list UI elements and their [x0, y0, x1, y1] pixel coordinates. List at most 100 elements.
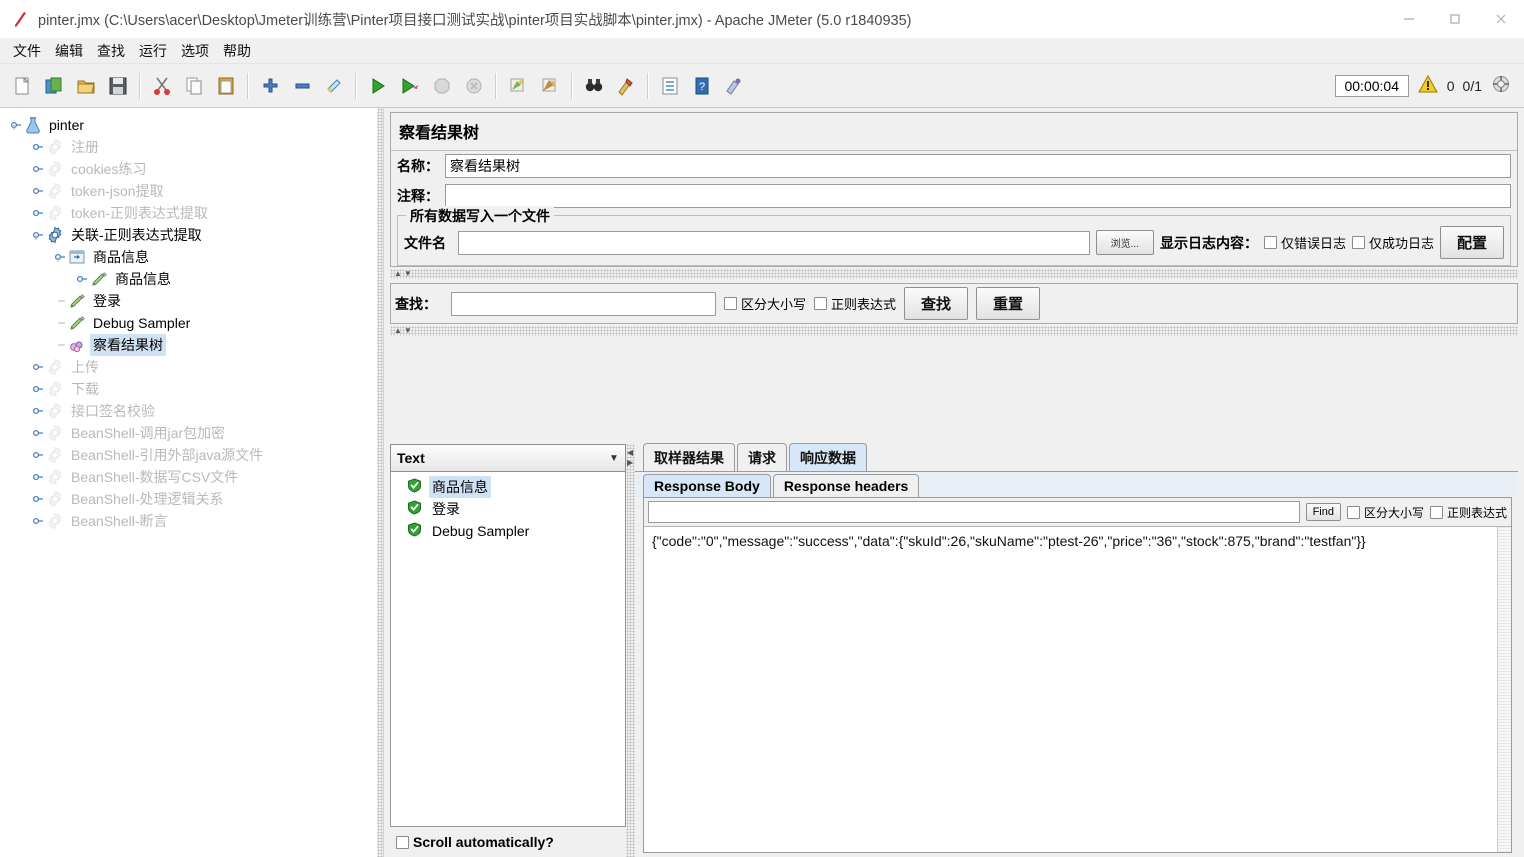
errors-only-box[interactable]: [1263, 236, 1277, 249]
save-button[interactable]: [103, 71, 133, 101]
tree-item-12[interactable]: 下载: [6, 378, 376, 400]
search-regex-box[interactable]: [814, 297, 828, 310]
tree-toggle-collapsed[interactable]: [32, 162, 46, 176]
tree-item-1[interactable]: 注册: [6, 136, 376, 158]
menu-edit[interactable]: 编辑: [48, 38, 90, 64]
templates-button[interactable]: [39, 71, 69, 101]
search-case-sensitive-checkbox[interactable]: 区分大小写: [724, 294, 806, 313]
tree-item-17[interactable]: BeanShell-处理逻辑关系: [6, 488, 376, 510]
copy-button[interactable]: [179, 71, 209, 101]
filename-input[interactable]: [458, 230, 1090, 255]
tree-item-6[interactable]: 商品信息: [6, 246, 376, 268]
tree-toggle-collapsed[interactable]: [32, 448, 46, 462]
results-splitter-left-arrow[interactable]: ◀: [627, 448, 633, 457]
tree-toggle-collapsed[interactable]: [32, 206, 46, 220]
splitter-arrows-2[interactable]: ▲ ▼: [394, 326, 412, 336]
start-button[interactable]: [363, 71, 393, 101]
search-case-box[interactable]: [724, 297, 737, 310]
undo-button[interactable]: [719, 71, 749, 101]
clear-button[interactable]: [503, 71, 533, 101]
menu-search[interactable]: 查找: [90, 38, 132, 64]
help-button[interactable]: ?: [687, 71, 717, 101]
minimize-button[interactable]: [1386, 0, 1432, 38]
tree-toggle-collapsed[interactable]: [32, 404, 46, 418]
result-entry-0[interactable]: 商品信息: [391, 476, 625, 498]
results-splitter-right-arrow[interactable]: ▶: [627, 458, 633, 467]
start-no-pauses-button[interactable]: [395, 71, 425, 101]
tab-sampler-result[interactable]: 取样器结果: [643, 443, 735, 472]
menu-options[interactable]: 选项: [174, 38, 216, 64]
result-entry-1[interactable]: 登录: [391, 498, 625, 520]
clear-all-button[interactable]: [535, 71, 565, 101]
tab-response-body[interactable]: Response Body: [643, 474, 771, 497]
splitter-arrows[interactable]: ▲ ▼: [394, 269, 412, 279]
chevron-down-icon[interactable]: ▼: [603, 453, 625, 464]
open-button[interactable]: [71, 71, 101, 101]
tree-item-5[interactable]: 关联-正则表达式提取: [6, 224, 376, 246]
search-regex-checkbox[interactable]: 正则表达式: [814, 294, 896, 313]
tree-item-15[interactable]: BeanShell-引用外部java源文件: [6, 444, 376, 466]
collapse-all-button[interactable]: [287, 71, 317, 101]
name-input[interactable]: 察看结果树: [445, 154, 1511, 178]
response-find-button[interactable]: Find: [1305, 503, 1341, 521]
tree-item-11[interactable]: 上传: [6, 356, 376, 378]
shutdown-button[interactable]: [459, 71, 489, 101]
menu-run[interactable]: 运行: [132, 38, 174, 64]
scroll-automatically-checkbox[interactable]: Scroll automatically?: [396, 834, 554, 850]
search-input[interactable]: [451, 291, 716, 316]
tree-item-9[interactable]: Debug Sampler: [6, 312, 376, 334]
close-icon[interactable]: [1478, 0, 1524, 38]
response-regex-checkbox[interactable]: 正则表达式: [1429, 504, 1507, 521]
tree-toggle-collapsed[interactable]: [32, 140, 46, 154]
tree-item-10[interactable]: 察看结果树: [6, 334, 376, 356]
paste-button[interactable]: [211, 71, 241, 101]
menu-help[interactable]: 帮助: [216, 38, 258, 64]
response-case-box[interactable]: [1346, 505, 1360, 519]
tree-toggle-collapsed[interactable]: [32, 470, 46, 484]
tree-item-8[interactable]: 登录: [6, 290, 376, 312]
tree-item-7[interactable]: 商品信息: [6, 268, 376, 290]
results-vertical-splitter[interactable]: ◀ ▶: [626, 444, 635, 857]
tree-item-13[interactable]: 接口签名校验: [6, 400, 376, 422]
browse-button[interactable]: 浏览...: [1095, 230, 1154, 255]
tree-item-18[interactable]: BeanShell-断言: [6, 510, 376, 532]
tab-response-headers[interactable]: Response headers: [772, 474, 920, 497]
tree-toggle-collapsed[interactable]: [32, 426, 46, 440]
tree-item-14[interactable]: BeanShell-调用jar包加密: [6, 422, 376, 444]
response-regex-box[interactable]: [1429, 505, 1443, 519]
tree-item-2[interactable]: cookies练习: [6, 158, 376, 180]
tree-item-16[interactable]: BeanShell-数据写CSV文件: [6, 466, 376, 488]
new-button[interactable]: [7, 71, 37, 101]
tree-item-3[interactable]: token-json提取: [6, 180, 376, 202]
renderer-select[interactable]: Text ▼: [390, 444, 626, 472]
tab-response-data[interactable]: 响应数据: [789, 443, 867, 472]
search-find-button[interactable]: 查找: [904, 287, 969, 320]
tree-toggle-expanded[interactable]: [54, 250, 68, 264]
comment-input[interactable]: [445, 184, 1511, 208]
response-body-text[interactable]: {"code":"0","message":"success","data":{…: [644, 527, 1497, 852]
response-case-sensitive-checkbox[interactable]: 区分大小写: [1346, 504, 1424, 521]
maximize-button[interactable]: [1432, 0, 1478, 38]
tree-toggle-collapsed[interactable]: [76, 272, 90, 286]
errors-only-checkbox[interactable]: 仅错误日志: [1263, 233, 1346, 252]
configure-button[interactable]: 配置: [1439, 226, 1504, 259]
tree-item-0[interactable]: pinter: [6, 114, 376, 136]
expand-all-button[interactable]: [255, 71, 285, 101]
tree-item-4[interactable]: token-正则表达式提取: [6, 202, 376, 224]
menu-file[interactable]: 文件: [6, 38, 48, 64]
tab-request[interactable]: 请求: [737, 443, 787, 472]
tree-toggle-collapsed[interactable]: [32, 360, 46, 374]
results-tree[interactable]: 商品信息 登录 Debug Sampler: [390, 472, 626, 827]
horizontal-splitter-bottom[interactable]: ▲ ▼: [390, 326, 1518, 336]
toggle-button[interactable]: [319, 71, 349, 101]
tree-toggle-expanded[interactable]: [10, 118, 24, 132]
tree-toggle-collapsed[interactable]: [32, 382, 46, 396]
tree-toggle-expanded[interactable]: [32, 228, 46, 242]
test-plan-tree[interactable]: pinter 注册 cookies练习 token-json提取 token-正则表达式…: [0, 108, 376, 857]
tree-toggle-collapsed[interactable]: [32, 514, 46, 528]
cut-button[interactable]: [147, 71, 177, 101]
tree-toggle-collapsed[interactable]: [32, 184, 46, 198]
scroll-auto-box[interactable]: [396, 835, 409, 849]
warning-icon[interactable]: [1417, 74, 1439, 97]
search-button[interactable]: [579, 71, 609, 101]
